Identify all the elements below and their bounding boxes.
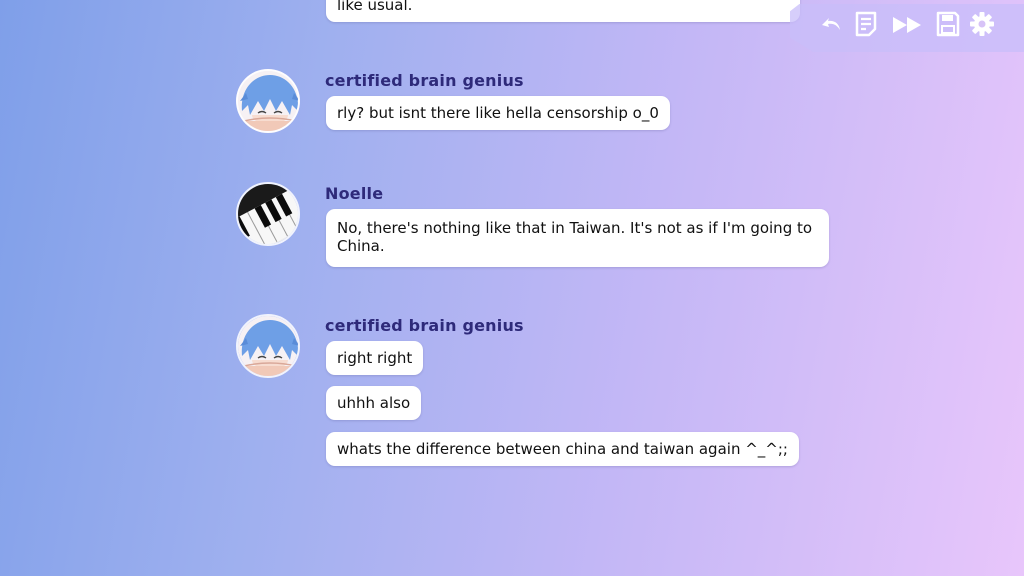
message-bubble: rly? but isnt there like hella censorshi… [326,96,670,130]
message-text: whats the difference between china and t… [337,440,788,458]
save-icon[interactable] [934,10,962,38]
previous-message-bubble: like usual. [326,0,800,22]
skip-icon[interactable] [891,11,925,39]
message-sender: certified brain genius [325,71,524,90]
message-text: No, there's nothing like that in Taiwan.… [337,219,813,255]
settings-icon[interactable] [968,10,996,38]
message-text: rly? but isnt there like hella censorshi… [337,104,659,122]
rollback-icon[interactable] [818,11,846,39]
history-icon[interactable] [852,10,880,38]
message-sender: certified brain genius [325,316,524,335]
message-bubble: No, there's nothing like that in Taiwan.… [326,209,829,267]
avatar-noelle [236,182,300,246]
message-sender: Noelle [325,184,384,203]
message-text: uhhh also [337,394,411,412]
piano-keys-icon [238,184,298,244]
message-bubble: uhhh also [326,386,422,420]
message-text: right right [337,349,413,367]
message-bubble: right right [326,341,424,375]
blue-haired-character-icon [238,71,298,131]
avatar-brain-genius [236,69,300,133]
message-bubble: whats the difference between china and t… [326,432,799,466]
avatar-brain-genius [236,314,300,378]
blue-haired-character-icon [238,316,298,376]
previous-message-text: like usual. [337,0,413,14]
